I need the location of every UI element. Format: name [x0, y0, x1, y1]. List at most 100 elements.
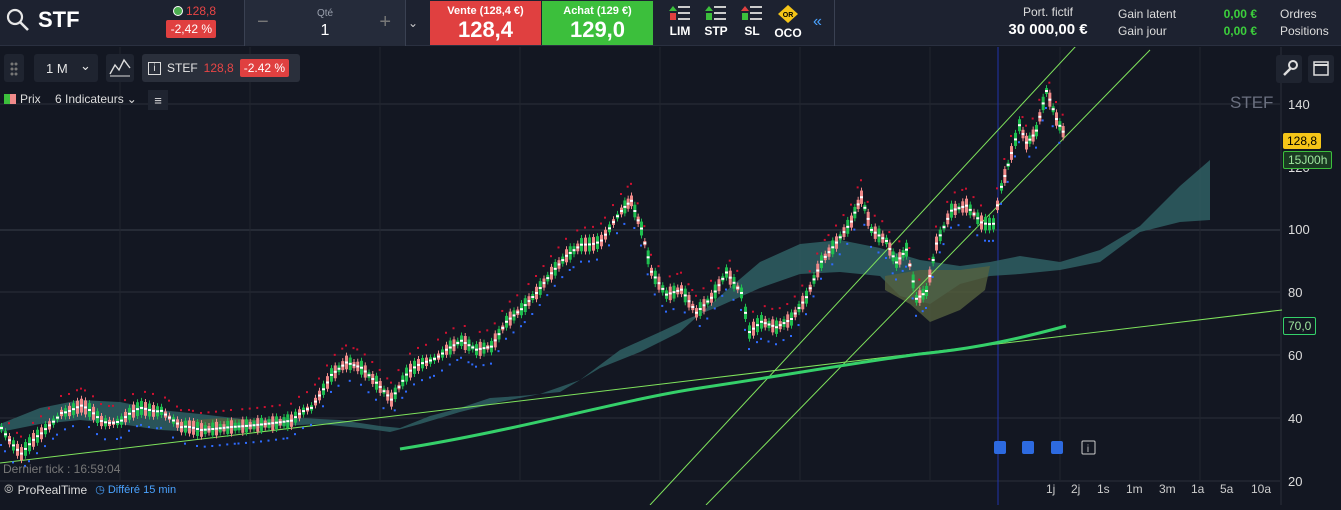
sar-dot [650, 253, 652, 256]
search-button[interactable] [6, 8, 30, 32]
sar-dot [763, 305, 766, 308]
instrument-info[interactable]: i STEF 128,8 -2.42 % [142, 54, 300, 82]
sar-dot [445, 331, 447, 334]
sar-dot [901, 269, 904, 272]
sar-dot [976, 234, 979, 237]
candle-close [665, 293, 668, 296]
sar-dot [1003, 157, 1006, 160]
grip-icon[interactable] [4, 54, 24, 82]
sar-dot [20, 435, 22, 438]
search-icon [6, 8, 29, 31]
orders-link[interactable]: Ordres [1280, 6, 1329, 23]
buy-button[interactable]: Achat (129 €) 129,0 [542, 1, 653, 45]
y-tick-label: 80 [1288, 285, 1302, 300]
sar-dot [827, 234, 830, 237]
chevron-down-icon: ⌄ [80, 58, 91, 73]
buy-value: 129,0 [569, 17, 626, 42]
stop-order-button[interactable]: STP [698, 4, 734, 38]
candle-close [1041, 102, 1045, 105]
price-chart[interactable]: 140 120 100 80 60 40 20 STEF i [0, 45, 1341, 506]
stop-loss-button[interactable]: SL [734, 4, 770, 38]
candle-close [527, 300, 531, 303]
sar-dot [1025, 124, 1027, 127]
divider [834, 0, 835, 46]
sar-dot [572, 266, 575, 269]
sar-dot [823, 238, 826, 241]
sar-dot [278, 404, 281, 407]
sell-button[interactable]: Vente (128,4 €) 128,4 [430, 1, 541, 45]
candle-close [40, 432, 43, 435]
candle-close [0, 427, 3, 429]
candle-close [282, 420, 286, 423]
quantity-stepper[interactable]: − Qté 1 + [244, 0, 406, 46]
candle-close [842, 231, 846, 234]
window-icon[interactable] [1308, 55, 1334, 83]
oco-icon: OR [778, 5, 798, 23]
limit-order-button[interactable]: LIM [662, 4, 698, 38]
timeframe-button-2j[interactable]: 2j [1071, 482, 1080, 496]
timeframe-button-10a[interactable]: 10a [1251, 482, 1271, 496]
sar-dot [226, 443, 229, 446]
candle-close [980, 221, 983, 224]
sar-dot [710, 279, 712, 282]
candle-close [760, 320, 763, 323]
gain-labels: Gain latent Gain jour [1118, 6, 1176, 40]
positions-link[interactable]: Positions [1280, 23, 1329, 40]
chart-area[interactable]: 140 120 100 80 60 40 20 STEF i 1 M ⌄ i S… [0, 45, 1341, 506]
plus-icon[interactable]: + [379, 11, 391, 34]
candle-close [968, 208, 972, 211]
sar-dot [482, 364, 485, 367]
double-chevron-left-icon[interactable]: « [813, 13, 822, 31]
price-legend[interactable]: Prix [4, 92, 41, 106]
sar-dot [980, 204, 982, 207]
candle-close [516, 311, 520, 314]
timeframe-select[interactable]: 1 M ⌄ [34, 54, 98, 82]
candle-close [984, 222, 987, 225]
sar-dot [348, 379, 351, 382]
last-price-tag: 128,8 [1283, 133, 1322, 149]
candle-close [68, 409, 71, 412]
indicators-dropdown[interactable]: 6 Indicateurs ⌄ [55, 92, 137, 106]
timeframe-button-1j[interactable]: 1j [1046, 482, 1055, 496]
sar-dot [542, 265, 545, 268]
timeframe-button-1a[interactable]: 1a [1191, 482, 1204, 496]
list-icon[interactable]: ≡ [148, 90, 168, 110]
trend-lines [0, 45, 1283, 506]
candle-close [580, 243, 583, 246]
timeframe-button-3m[interactable]: 3m [1159, 482, 1176, 496]
chevron-down-icon[interactable]: ⌄ [408, 16, 418, 30]
sar-dot [486, 329, 489, 332]
candle-close [493, 339, 497, 342]
candle-close [433, 357, 436, 360]
timeframe-button-1m[interactable]: 1m [1126, 482, 1143, 496]
candle-close [176, 422, 179, 425]
sar-dot [928, 257, 931, 260]
info-glyph: i [1087, 444, 1089, 455]
sar-dot [620, 193, 622, 196]
sar-dot [345, 344, 347, 347]
sar-dot [0, 444, 2, 446]
candle-close [908, 264, 912, 267]
sar-dot [76, 389, 78, 392]
oco-order-button[interactable]: OR OCO [770, 4, 806, 40]
symbol-name[interactable]: STF [38, 7, 80, 33]
timeframe-button-1s[interactable]: 1s [1097, 482, 1110, 496]
chart-style-button[interactable] [106, 54, 134, 82]
sar-dot [691, 289, 694, 292]
candle-close [1014, 138, 1017, 141]
sar-dot [417, 346, 419, 349]
sar-dot [853, 228, 856, 231]
candle-close [456, 342, 460, 345]
candle-close [80, 404, 83, 407]
wrench-icon[interactable] [1276, 55, 1302, 83]
candle-close [790, 318, 793, 321]
timeframe-button-5a[interactable]: 5a [1220, 482, 1233, 496]
candle-close [144, 407, 147, 410]
candle-close [48, 424, 51, 427]
candle-close [557, 263, 561, 266]
sar-dot [298, 395, 300, 398]
candle-close [835, 241, 838, 244]
candle-close [136, 408, 139, 411]
sar-dot [775, 343, 777, 346]
portfolio[interactable]: Port. fictif 30 000,00 € [1000, 5, 1096, 38]
